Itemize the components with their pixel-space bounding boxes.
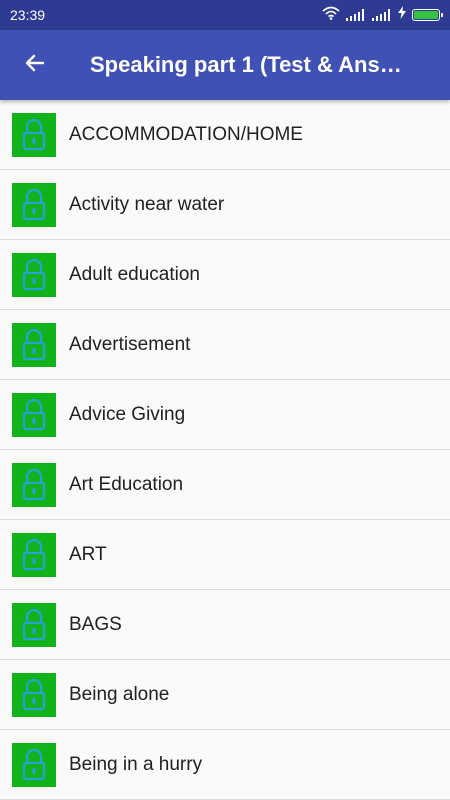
lock-icon [12, 182, 56, 227]
list-item-label: Activity near water [69, 193, 225, 215]
status-icons [322, 6, 443, 25]
lock-icon [12, 602, 56, 647]
topic-list: ACCOMMODATION/HOME Activity near water A… [0, 100, 450, 800]
status-time: 23:39 [10, 7, 46, 23]
list-item[interactable]: Adult education [0, 240, 450, 310]
list-item[interactable]: BAGS [0, 590, 450, 660]
battery-level [414, 11, 438, 19]
lock-icon [12, 532, 56, 577]
back-button[interactable] [0, 30, 70, 100]
list-item[interactable]: Art Education [0, 450, 450, 520]
list-item-label: Adult education [69, 263, 200, 285]
list-item[interactable]: Activity near water [0, 170, 450, 240]
lock-icon [12, 112, 56, 157]
charging-icon [398, 6, 406, 24]
status-bar: 23:39 [0, 0, 450, 30]
list-item[interactable]: Advice Giving [0, 380, 450, 450]
arrow-back-icon [23, 51, 47, 80]
page-title: Speaking part 1 (Test & Ans… [90, 52, 402, 77]
list-item[interactable]: Advertisement [0, 310, 450, 380]
signal-icon [346, 9, 366, 21]
lock-icon [12, 252, 56, 297]
list-item[interactable]: Being in a hurry [0, 730, 450, 800]
list-item-label: Being alone [69, 683, 170, 705]
lock-icon [12, 742, 56, 787]
battery-icon [412, 9, 443, 21]
list-item[interactable]: ACCOMMODATION/HOME [0, 100, 450, 170]
app-bar: Speaking part 1 (Test & Ans… [0, 30, 450, 100]
list-item[interactable]: Being alone [0, 660, 450, 730]
list-item[interactable]: ART [0, 520, 450, 590]
lock-icon [12, 462, 56, 507]
wifi-icon [322, 6, 340, 25]
lock-icon [12, 322, 56, 367]
list-item-label: ACCOMMODATION/HOME [69, 123, 303, 145]
list-item-label: BAGS [69, 613, 122, 635]
list-item-label: Being in a hurry [69, 753, 203, 775]
list-item-label: Art Education [69, 473, 184, 495]
list-item-label: Advice Giving [69, 403, 186, 425]
list-item-label: ART [69, 543, 107, 565]
signal-icon-2 [372, 9, 392, 21]
list-item-label: Advertisement [69, 333, 191, 355]
lock-icon [12, 672, 56, 717]
lock-icon [12, 392, 56, 437]
